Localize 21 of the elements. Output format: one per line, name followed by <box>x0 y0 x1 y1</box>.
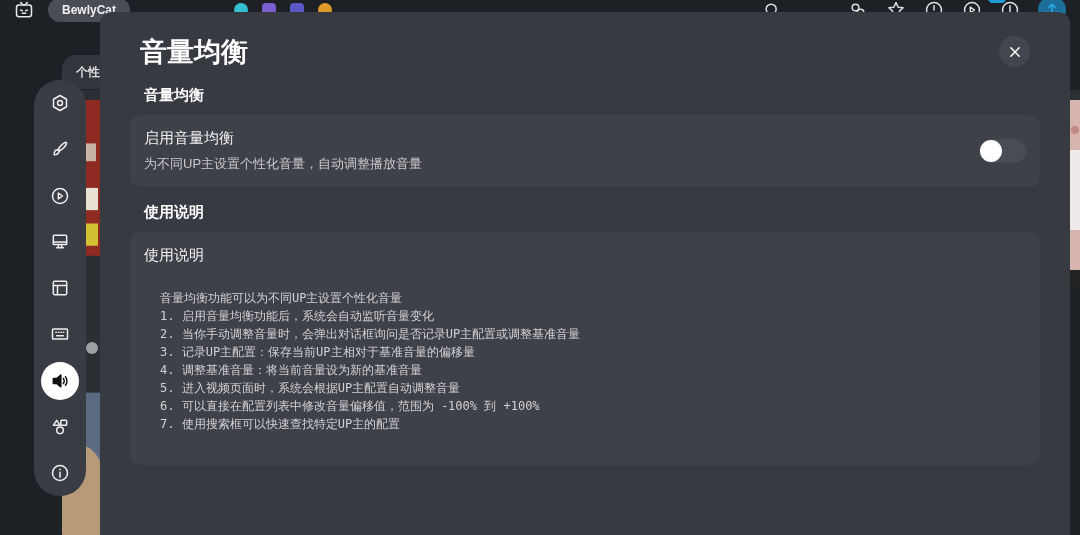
dialog-title: 音量均衡 <box>140 36 248 69</box>
instruction-line: 5. 进入视频页面时，系统会根据UP主配置自动调整音量 <box>160 380 462 397</box>
instruction-line: 3. 记录UP主配置：保存当前UP主相对于基准音量的偏移量 <box>160 344 476 361</box>
gear-icon[interactable] <box>50 93 70 113</box>
layout-icon[interactable] <box>50 278 70 298</box>
toggle-switch[interactable] <box>979 139 1026 163</box>
instruction-line: 1. 启用音量均衡功能后，系统会自动监听音量变化 <box>160 308 435 325</box>
dock-button[interactable] <box>41 361 79 400</box>
instruction-line: 7. 使用搜索框可以快速查找特定UP主的配置 <box>160 416 402 433</box>
play-circle-icon[interactable] <box>50 185 70 206</box>
instruction-line: 4. 调整基准音量：将当前音量设为新的基准音量 <box>160 362 423 379</box>
section-heading: 使用说明 <box>144 203 205 222</box>
setting-title: 启用音量均衡 <box>144 129 235 148</box>
section-heading: 音量均衡 <box>144 86 205 105</box>
info-icon[interactable] <box>50 463 70 483</box>
instruction-line: 音量均衡功能可以为不同UP主设置个性化音量 <box>160 290 404 307</box>
setting-description: 为不同UP主设置个性化音量，自动调整播放音量 <box>144 155 423 173</box>
card-title: 使用说明 <box>144 246 205 265</box>
instruction-line: 6. 可以直接在配置列表中修改音量偏移值，范围为 -100% 到 +100% <box>160 398 541 415</box>
tv-icon[interactable] <box>14 0 34 20</box>
instruction-line: 2. 当你手动调整音量时，会弹出对话框询问是否记录UP主配置或调整基准音量 <box>160 326 582 343</box>
